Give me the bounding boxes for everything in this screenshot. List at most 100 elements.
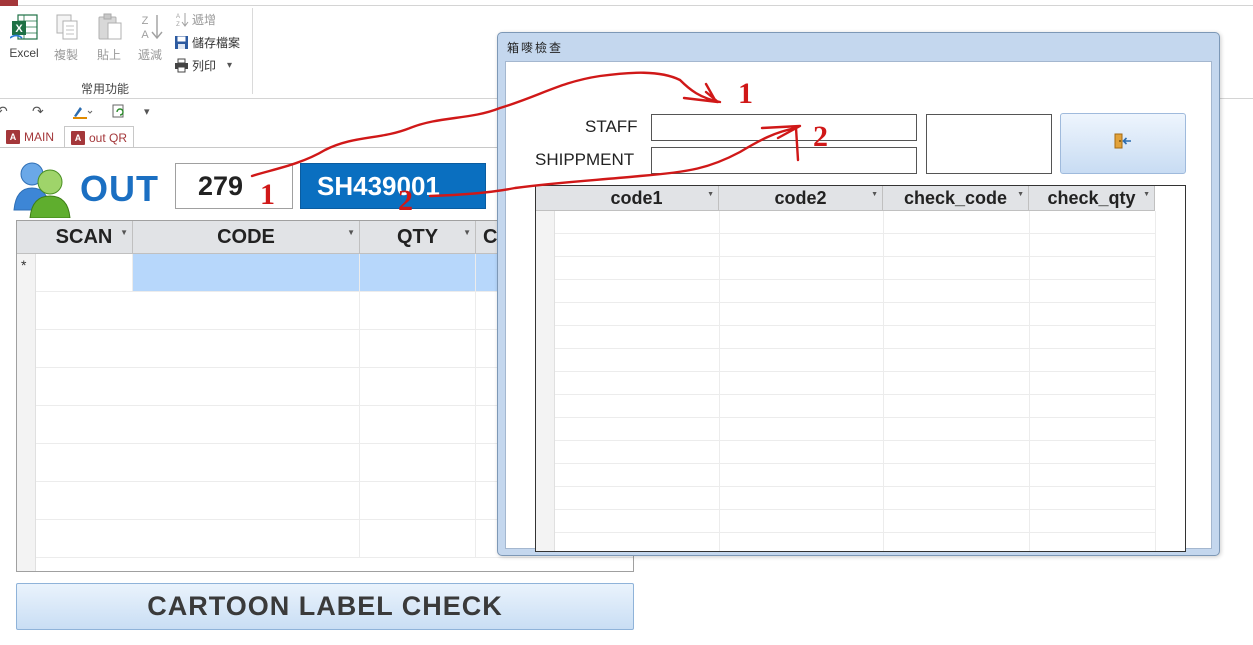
print-button[interactable]: 列印 ▾ [174, 56, 232, 74]
refresh-page-icon[interactable] [111, 103, 127, 122]
column-header-qty[interactable]: QTY ▼ [360, 221, 476, 254]
column-header-check-code[interactable]: check_code ▼ [883, 186, 1029, 211]
save-label: 儲存檔案 [192, 35, 241, 50]
column-dropdown-icon[interactable]: ▼ [463, 228, 471, 237]
paste-icon [95, 12, 123, 42]
redo-icon[interactable]: ↷ [32, 103, 44, 120]
copy-icon [52, 12, 80, 42]
column-check-code-label: check_code [903, 188, 1008, 208]
column-dropdown-icon[interactable]: ▼ [1143, 191, 1150, 198]
table-row [555, 441, 1155, 464]
save-button[interactable]: 儲存檔案 [174, 33, 240, 51]
table-row [555, 418, 1155, 441]
column-header-check-qty[interactable]: check_qty ▼ [1029, 186, 1155, 211]
cell-scan[interactable] [36, 254, 133, 291]
grid-line [1155, 211, 1156, 551]
shipment-input[interactable]: SH439001 [300, 163, 486, 209]
ribbon-separator [252, 8, 253, 94]
svg-text:Z: Z [176, 22, 180, 27]
sort-ascending-button[interactable]: A Z 遞增 [174, 10, 216, 28]
table-row [555, 510, 1155, 533]
excel-icon: X [9, 12, 38, 42]
column-dropdown-icon[interactable]: ▼ [707, 191, 714, 198]
column-c-label: C [483, 226, 498, 248]
sort-ascending-icon: A Z [174, 12, 189, 28]
paste-button[interactable]: 貼上 [87, 12, 131, 64]
column-header-code[interactable]: CODE ▼ [133, 221, 360, 254]
table-row [555, 487, 1155, 510]
column-dropdown-icon[interactable]: ▼ [347, 228, 355, 237]
customize-quick-access-icon[interactable]: ▾ [144, 105, 150, 118]
sort-descending-icon: Z A [136, 12, 164, 42]
cell-qty[interactable] [360, 254, 476, 291]
column-code1-label: code1 [610, 188, 663, 208]
dialog-staff-input[interactable] [651, 114, 917, 141]
tab-out-qr-label: out QR [89, 130, 128, 145]
print-label: 列印 [192, 58, 217, 73]
cell-code[interactable] [133, 254, 360, 291]
staff-input[interactable]: 279 [175, 163, 293, 209]
dialog-shipment-input[interactable] [651, 147, 917, 174]
dialog-title: 箱嘜檢查 [507, 41, 564, 55]
table-row [555, 280, 1155, 303]
dialog-shipment-label: SHIPPMENT [535, 150, 635, 169]
access-icon: A [71, 130, 85, 145]
column-header-code2[interactable]: code2 ▼ [719, 186, 883, 211]
column-scan-label: SCAN [55, 226, 113, 248]
out-title: OUT [80, 168, 159, 209]
record-selector-column[interactable] [17, 221, 36, 571]
dialog-body: STAFF SHIPPMENT code1 ▼ code2 ▼ check_co… [505, 61, 1212, 552]
table-row [555, 349, 1155, 372]
tab-out-qr[interactable]: A out QR [64, 126, 135, 148]
quick-access-bar: ↶ ↷ ▾ [0, 100, 500, 124]
check-datasheet[interactable]: code1 ▼ code2 ▼ check_code ▼ check_qty ▼ [535, 185, 1186, 552]
paste-label: 貼上 [96, 48, 121, 62]
undo-icon[interactable]: ↶ [0, 103, 8, 120]
annotation-marker-2-dialog: 2 [813, 120, 828, 153]
printer-icon [174, 58, 189, 73]
tab-main[interactable]: A MAIN [0, 126, 60, 148]
sort-descending-button[interactable]: Z A 遞減 [128, 12, 172, 64]
table-row [555, 464, 1155, 487]
format-painter-icon[interactable] [72, 103, 94, 122]
annotation-marker-2: 2 [398, 184, 413, 217]
table-row [555, 257, 1155, 280]
table-row [555, 234, 1155, 257]
column-code2-label: code2 [774, 188, 827, 208]
copy-label: 複製 [53, 48, 78, 62]
annotation-marker-1-dialog: 1 [738, 77, 753, 110]
annotation-marker-1: 1 [260, 178, 275, 211]
column-dropdown-icon[interactable]: ▼ [1017, 191, 1024, 198]
save-icon [174, 35, 189, 50]
svg-text:X: X [15, 23, 23, 35]
svg-text:A: A [176, 14, 180, 20]
svg-text:Z: Z [142, 15, 149, 27]
tab-main-label: MAIN [24, 130, 54, 144]
print-dropdown-icon[interactable]: ▾ [227, 60, 232, 71]
cartoon-label-check-button[interactable]: CARTOON LABEL CHECK [16, 583, 634, 630]
tabs-bottom-line [0, 147, 500, 148]
column-header-code1[interactable]: code1 ▼ [555, 186, 719, 211]
column-qty-label: QTY [396, 226, 439, 248]
column-dropdown-icon[interactable]: ▼ [120, 228, 128, 237]
column-check-qty-label: check_qty [1047, 188, 1136, 208]
table-row [555, 372, 1155, 395]
svg-text:A: A [141, 29, 149, 41]
users-logo-icon [10, 160, 76, 219]
column-header-scan[interactable]: SCAN ▼ [36, 221, 133, 254]
table-row [555, 211, 1155, 234]
export-excel-button[interactable]: X Excel [2, 12, 46, 64]
dialog-status-box [926, 114, 1052, 174]
ribbon-top-line [0, 0, 1253, 6]
copy-button[interactable]: 複製 [44, 12, 88, 64]
record-selector-column[interactable] [536, 186, 555, 551]
table-row [555, 326, 1155, 349]
datasheet-header: code1 ▼ code2 ▼ check_code ▼ check_qty ▼ [536, 186, 1155, 211]
file-tab-corner[interactable] [0, 0, 18, 6]
dialog-staff-label: STAFF [585, 117, 638, 136]
excel-label: Excel [9, 46, 39, 60]
carton-check-dialog: 箱嘜檢查 STAFF SHIPPMENT code1 ▼ code2 ▼ che… [497, 32, 1220, 556]
column-dropdown-icon[interactable]: ▼ [871, 191, 878, 198]
exit-button[interactable] [1060, 113, 1186, 174]
exit-door-icon [1114, 133, 1132, 154]
